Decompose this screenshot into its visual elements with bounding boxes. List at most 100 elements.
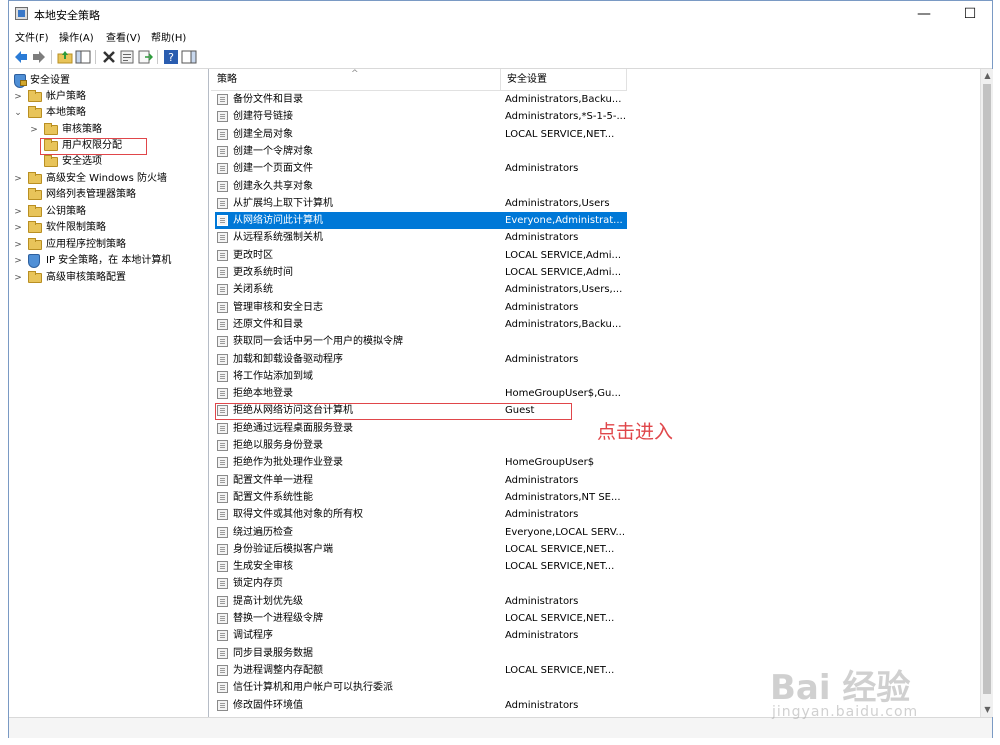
chevron-right-icon[interactable]: > [14, 253, 22, 269]
back-icon[interactable] [13, 49, 29, 65]
policy-name: 绕过遍历检查 [233, 526, 293, 538]
help-icon[interactable]: ? [163, 49, 179, 65]
policy-icon [217, 664, 228, 676]
policy-row[interactable]: 调试程序 Administrators [215, 627, 627, 644]
watermark-url: jingyan.baidu.com [772, 704, 919, 720]
policy-row[interactable]: 更改系统时间 LOCAL SERVICE,Admi... [215, 264, 627, 281]
chevron-right-icon[interactable]: > [14, 270, 22, 286]
policy-setting: Administrators,Users [505, 197, 610, 209]
policy-icon [217, 526, 228, 538]
chevron-right-icon[interactable]: > [14, 171, 22, 187]
properties-icon[interactable] [119, 49, 135, 65]
close-button[interactable]: ✕ [993, 1, 1000, 27]
policy-row[interactable]: 创建一个页面文件 Administrators [215, 160, 627, 177]
policy-row[interactable]: 修改固件环境值 Administrators [215, 697, 627, 714]
policy-row[interactable]: 拒绝通过远程桌面服务登录 [215, 420, 627, 437]
chevron-right-icon[interactable]: > [14, 220, 22, 236]
menu-help[interactable]: 帮助(H) [151, 29, 186, 44]
vertical-scrollbar[interactable]: ▲ ▼ [980, 69, 993, 717]
policy-setting: Administrators [505, 474, 579, 486]
policy-row[interactable]: 拒绝以服务身份登录 [215, 437, 627, 454]
menu-view[interactable]: 查看(V) [106, 29, 141, 44]
policy-row[interactable]: 拒绝本地登录 HomeGroupUser$,Gu... [215, 385, 627, 402]
forward-icon[interactable] [31, 49, 47, 65]
annotation-click-enter: 点击进入 [597, 421, 674, 443]
policy-setting: Administrators,*S-1-5-... [505, 111, 625, 123]
policy-row[interactable]: 创建全局对象 LOCAL SERVICE,NET... [215, 126, 627, 143]
folder-icon [28, 271, 42, 283]
policy-icon [217, 561, 228, 573]
policy-row[interactable]: 创建符号链接 Administrators,*S-1-5-... [215, 108, 627, 125]
chevron-right-icon[interactable]: > [30, 122, 38, 138]
sort-up-icon: ^ [351, 69, 359, 79]
policy-row[interactable]: 身份验证后模拟客户端 LOCAL SERVICE,NET... [215, 541, 627, 558]
policy-row[interactable]: 配置文件单一进程 Administrators [215, 472, 627, 489]
policy-name: 提高计划优先级 [233, 595, 303, 607]
policy-icon [217, 457, 228, 469]
svg-text:?: ? [168, 51, 174, 64]
policy-icon [217, 543, 228, 555]
policy-row[interactable]: 还原文件和目录 Administrators,Backu... [215, 316, 627, 333]
policy-row[interactable]: 取得文件或其他对象的所有权 Administrators [215, 506, 627, 523]
title-bar[interactable]: 本地安全策略 — ☐ ✕ [9, 1, 992, 27]
policy-row[interactable]: 管理审核和安全日志 Administrators [215, 299, 627, 316]
show-tree-icon[interactable] [75, 49, 91, 65]
chevron-right-icon[interactable]: > [14, 204, 22, 220]
policy-icon [217, 197, 228, 209]
policy-icon [217, 215, 228, 227]
policy-row[interactable]: 创建一个令牌对象 [215, 143, 627, 160]
policy-name: 配置文件单一进程 [233, 474, 313, 486]
policy-row[interactable]: 备份文件和目录 Administrators,Backu... [215, 91, 627, 108]
chevron-right-icon[interactable]: > [14, 89, 22, 105]
policy-name: 为进程调整内存配额 [233, 664, 323, 676]
maximize-button[interactable]: ☐ [947, 1, 993, 27]
policy-row[interactable]: 从网络访问此计算机 Everyone,Administrat... [215, 212, 627, 230]
policy-row[interactable]: 从远程系统强制关机 Administrators [215, 229, 627, 246]
policy-name: 信任计算机和用户帐户可以执行委派 [233, 682, 393, 694]
menu-action[interactable]: 操作(A) [59, 29, 94, 44]
policy-setting: Administrators [505, 301, 579, 313]
policy-row[interactable]: 信任计算机和用户帐户可以执行委派 [215, 679, 627, 696]
policy-icon [217, 630, 228, 642]
policy-row[interactable]: 创建永久共享对象 [215, 178, 627, 195]
chevron-down-icon[interactable]: ⌄ [14, 105, 22, 121]
policy-row[interactable]: 锁定内存页 [215, 575, 627, 592]
policy-row[interactable]: 加载和卸载设备驱动程序 Administrators [215, 351, 627, 368]
export-list-icon[interactable] [137, 49, 153, 65]
menu-file[interactable]: 文件(F) [15, 29, 49, 44]
policy-row[interactable]: 从扩展坞上取下计算机 Administrators,Users [215, 195, 627, 212]
policy-row[interactable]: 获取同一会话中另一个用户的模拟令牌 [215, 333, 627, 350]
policy-row[interactable]: 同步目录服务数据 [215, 645, 627, 662]
minimize-button[interactable]: — [901, 1, 947, 27]
action-pane-icon[interactable] [181, 49, 197, 65]
policy-row[interactable]: 绕过遍历检查 Everyone,LOCAL SERV... [215, 524, 627, 541]
folder-icon [28, 205, 42, 217]
up-folder-icon[interactable] [57, 49, 73, 65]
policy-setting: LOCAL SERVICE,NET... [505, 664, 615, 676]
policy-row[interactable]: 拒绝作为批处理作业登录 HomeGroupUser$ [215, 454, 627, 471]
column-header-policy[interactable]: ^ 策略 [211, 69, 501, 91]
window-title: 本地安全策略 [34, 9, 100, 22]
watermark-logo: Bai 经验 [770, 668, 911, 708]
policy-setting: Administrators,Backu... [505, 318, 622, 330]
toolbar-separator [51, 50, 52, 64]
policy-row[interactable]: 替换一个进程级令牌 LOCAL SERVICE,NET... [215, 610, 627, 627]
delete-icon[interactable] [101, 49, 117, 65]
policy-row[interactable]: 生成安全审核 LOCAL SERVICE,NET... [215, 558, 627, 575]
policy-row[interactable]: 提高计划优先级 Administrators [215, 593, 627, 610]
column-header-setting[interactable]: 安全设置 [501, 69, 627, 91]
policy-row[interactable]: 更改时区 LOCAL SERVICE,Admi... [215, 247, 627, 264]
policy-row[interactable]: 将工作站添加到域 [215, 368, 627, 385]
policy-setting: HomeGroupUser$,Gu... [505, 388, 621, 400]
lock-badge-icon [20, 80, 27, 86]
policy-list: ^ 策略 安全设置 备份文件和目录 Administrators,Backu...… [211, 69, 979, 717]
policy-row[interactable]: 配置文件系统性能 Administrators,NT SE... [215, 489, 627, 506]
scroll-thumb[interactable] [983, 84, 991, 694]
policy-row[interactable]: 关闭系统 Administrators,Users,... [215, 281, 627, 298]
chevron-right-icon[interactable]: > [14, 237, 22, 253]
policy-icon [217, 578, 228, 590]
folder-icon [28, 90, 42, 102]
scroll-up-icon[interactable]: ▲ [981, 69, 994, 82]
policy-name: 拒绝作为批处理作业登录 [233, 457, 343, 469]
policy-row[interactable]: 为进程调整内存配额 LOCAL SERVICE,NET... [215, 662, 627, 679]
